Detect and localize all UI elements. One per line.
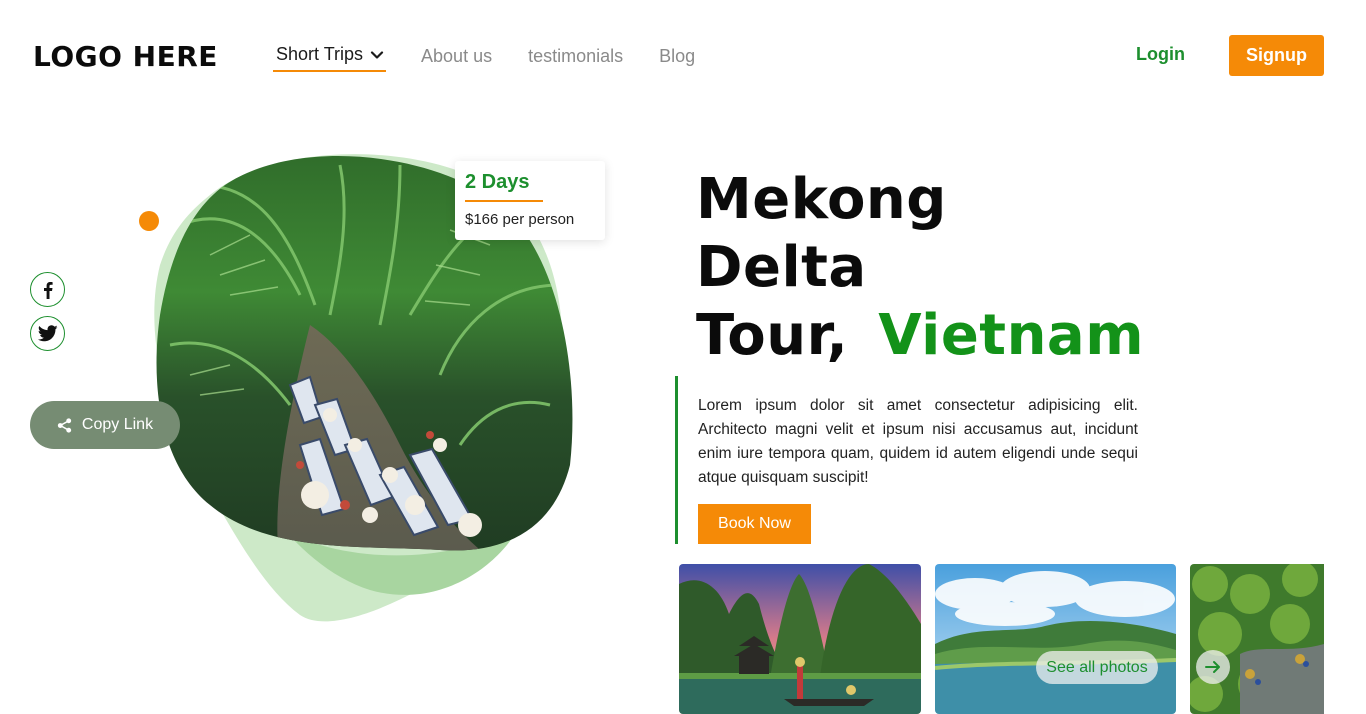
gallery-thumb-limestone[interactable] bbox=[679, 564, 921, 714]
chevron-down-icon bbox=[370, 50, 384, 59]
title-line-3: Tour, bbox=[696, 303, 849, 368]
see-all-photos-button[interactable]: See all photos bbox=[1036, 651, 1158, 684]
gallery-thumb-lake[interactable] bbox=[935, 564, 1176, 714]
title-line-2: Delta bbox=[696, 235, 867, 300]
mountain-lake-photo bbox=[935, 564, 1176, 714]
twitter-share-button[interactable] bbox=[30, 316, 65, 351]
price-card: 2 Days $166 per person bbox=[455, 161, 605, 240]
login-link[interactable]: Login bbox=[1136, 44, 1185, 65]
gallery-next-button[interactable] bbox=[1196, 650, 1230, 684]
gallery-thumb-aerial[interactable] bbox=[1190, 564, 1324, 714]
aerial-jungle-photo bbox=[1190, 564, 1324, 714]
title-line-1: Mekong bbox=[696, 167, 947, 232]
nav-item-short-trips[interactable]: Short Trips bbox=[272, 44, 387, 72]
nav-item-blog[interactable]: Blog bbox=[659, 46, 695, 67]
copy-link-button[interactable]: Copy Link bbox=[30, 401, 180, 449]
orange-dot-decoration bbox=[139, 211, 159, 231]
nav-item-testimonials[interactable]: testimonials bbox=[528, 46, 623, 67]
arrow-right-icon bbox=[1205, 661, 1220, 673]
main-nav: Short Trips About us testimonials Blog bbox=[272, 44, 731, 72]
title-highlight: Vietnam bbox=[878, 303, 1145, 368]
copy-link-label: Copy Link bbox=[81, 416, 154, 433]
twitter-icon bbox=[37, 325, 58, 342]
limestone-river-photo bbox=[679, 564, 921, 714]
share-icon bbox=[57, 417, 72, 433]
signup-button[interactable]: Signup bbox=[1229, 35, 1324, 76]
book-now-button[interactable]: Book Now bbox=[698, 504, 811, 544]
page: LOGO HERE Short Trips About us testimoni… bbox=[0, 0, 1366, 714]
trip-price: $166 per person bbox=[465, 211, 575, 228]
tour-description: Lorem ipsum dolor sit amet consectetur a… bbox=[698, 397, 1138, 486]
logo[interactable]: LOGO HERE bbox=[33, 40, 218, 73]
page-title: Mekong Delta Tour, Vietnam bbox=[696, 166, 1144, 370]
nav-item-about-us[interactable]: About us bbox=[421, 46, 492, 67]
trip-duration: 2 Days bbox=[465, 171, 543, 202]
nav-item-label: Short Trips bbox=[276, 44, 364, 64]
facebook-share-button[interactable] bbox=[30, 272, 65, 307]
facebook-icon bbox=[43, 281, 53, 299]
